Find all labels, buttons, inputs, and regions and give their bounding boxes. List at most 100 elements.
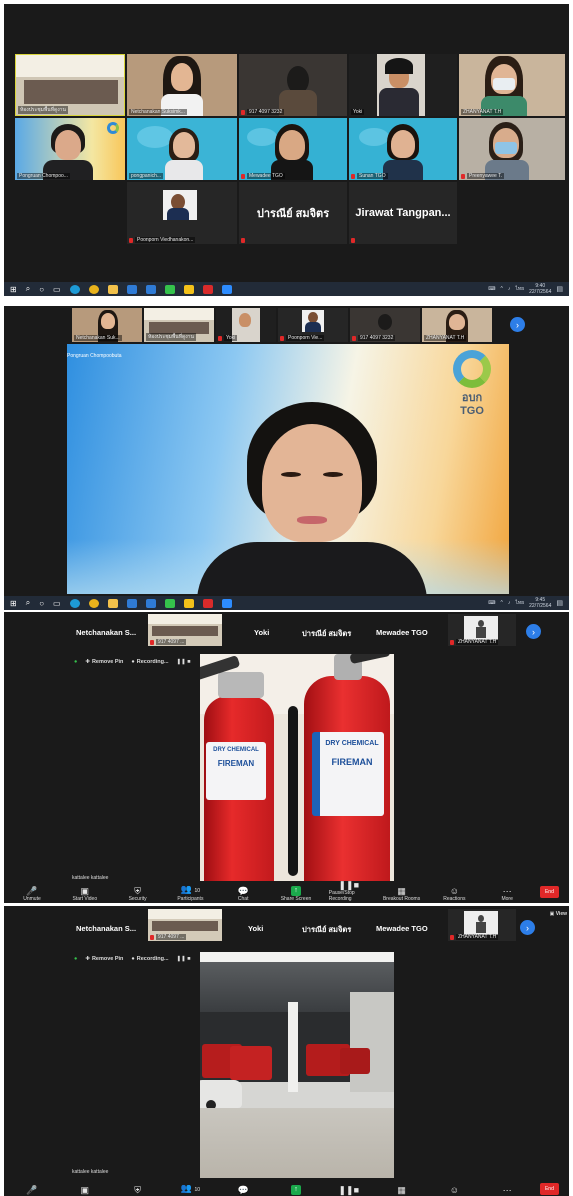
chat-button[interactable]: 💬 Chat <box>223 881 263 903</box>
next-page-button[interactable]: › <box>520 920 535 935</box>
breakout-rooms-button[interactable]: ▦ Breakout Rooms <box>382 881 422 903</box>
security-button[interactable]: ⛨ <box>118 1182 158 1196</box>
notification-icon[interactable]: ▤ <box>556 599 563 607</box>
strip-tile[interactable]: 917 4097 ... <box>148 909 222 941</box>
chat-button[interactable]: 💬 <box>223 1182 263 1196</box>
participant-name[interactable]: Netchanakan S... <box>76 628 136 637</box>
taskbar-clock[interactable]: 9:40 22/7/2564 <box>529 283 551 295</box>
acrobat-icon[interactable] <box>202 284 213 294</box>
app-icon[interactable] <box>145 284 156 294</box>
chrome-icon[interactable] <box>88 284 99 294</box>
keyboard-icon[interactable]: ⌨ <box>488 600 495 606</box>
app-icon[interactable] <box>145 598 156 608</box>
participant-tile[interactable]: Preenyawee T. <box>459 118 565 180</box>
recording-controls[interactable]: ❚❚ ■ <box>177 659 191 665</box>
notification-icon[interactable]: ▤ <box>556 285 563 293</box>
end-meeting-button[interactable]: End <box>539 886 559 898</box>
participants-button[interactable]: 👥 10 <box>170 1182 210 1196</box>
record-button[interactable]: ❚❚■ <box>329 1182 369 1196</box>
participant-name[interactable]: Yoki <box>254 628 269 637</box>
zoom-icon[interactable] <box>221 598 232 608</box>
recording-controls[interactable]: ❚❚ ■ <box>177 956 191 962</box>
task-view-icon[interactable]: ▭ <box>53 599 61 608</box>
start-video-button[interactable]: ▣ Start Video <box>65 881 105 903</box>
reactions-button[interactable]: ☺ Reactions <box>434 881 474 903</box>
cortana-icon[interactable]: ○ <box>39 599 44 608</box>
line-icon[interactable] <box>164 598 175 608</box>
view-button[interactable]: ▣ View <box>550 911 567 917</box>
sticky-notes-icon[interactable] <box>183 284 194 294</box>
strip-tile[interactable]: Netchanakan Suk... <box>72 308 142 342</box>
search-icon[interactable]: ⌕ <box>26 598 30 608</box>
unmute-button[interactable]: 🎤 <box>12 1182 52 1196</box>
share-screen-button[interactable]: ↑ Share Screen <box>276 881 316 903</box>
cortana-icon[interactable]: ○ <box>39 285 44 294</box>
strip-tile[interactable]: ZHANYANAT T.H <box>448 614 516 646</box>
participant-name[interactable]: Netchanakan S... <box>76 924 136 933</box>
volume-icon[interactable]: ♪ <box>508 286 511 292</box>
language-indicator[interactable]: ไทย <box>515 285 524 293</box>
strip-tile[interactable]: 917 4097 3232 <box>350 308 420 342</box>
next-page-button[interactable]: › <box>526 624 541 639</box>
mail-icon[interactable] <box>126 284 137 294</box>
strip-tile[interactable]: ห้องประชุมพื้นที่ดูงาน <box>144 308 214 342</box>
strip-tile[interactable]: ZHANYANAT T.H <box>422 308 492 342</box>
participant-name[interactable]: Mewadee TGO <box>376 628 428 637</box>
edge-icon[interactable] <box>69 284 80 294</box>
tray-chevron-icon[interactable]: ^ <box>501 286 503 292</box>
zoom-icon[interactable] <box>221 284 232 294</box>
participant-name[interactable]: Yoki <box>248 924 263 933</box>
keyboard-icon[interactable]: ⌨ <box>488 286 495 292</box>
participant-tile[interactable]: ปารณีย์ สมจิตร <box>239 182 347 244</box>
strip-tile[interactable]: Yoki <box>216 308 276 342</box>
participant-tile[interactable]: Mewadee TGO <box>239 118 347 180</box>
acrobat-icon[interactable] <box>202 598 213 608</box>
tray-chevron-icon[interactable]: ^ <box>501 600 503 606</box>
reactions-button[interactable]: ☺ <box>434 1182 474 1196</box>
participant-tile[interactable]: Pongruan Chompoo... <box>15 118 125 180</box>
participant-tile[interactable]: Jirawat Tangpan... <box>349 182 457 244</box>
participant-tile[interactable]: pongpanich... <box>127 118 237 180</box>
windows-start-icon[interactable]: ⊞ <box>10 599 17 608</box>
participant-tile[interactable]: ห้องประชุมพื้นที่ดูงาน <box>15 54 125 116</box>
strip-tile[interactable]: ZHANYANAT T.H <box>448 909 516 941</box>
participant-tile[interactable]: Yoki <box>349 54 457 116</box>
recording-indicator[interactable]: ● Recording... <box>131 659 168 665</box>
participant-name[interactable]: Mewadee TGO <box>376 924 428 933</box>
chrome-icon[interactable] <box>88 598 99 608</box>
participant-tile[interactable]: Sunan TGO <box>349 118 457 180</box>
participants-button[interactable]: 👥 10 Participants <box>170 881 210 903</box>
share-screen-button[interactable]: ↑ <box>276 1182 316 1196</box>
participant-name[interactable]: ปารณีย์ สมจิตร <box>302 628 351 640</box>
strip-tile[interactable]: 917 4097 ... <box>148 614 222 646</box>
volume-icon[interactable]: ♪ <box>508 600 511 606</box>
edge-icon[interactable] <box>69 598 80 608</box>
file-explorer-icon[interactable] <box>107 284 118 294</box>
end-meeting-button[interactable]: End <box>539 1183 559 1195</box>
mail-icon[interactable] <box>126 598 137 608</box>
participant-tile[interactable]: Netchanakan Suksimk... <box>127 54 237 116</box>
breakout-rooms-button[interactable]: ▦ <box>382 1182 422 1196</box>
more-button[interactable]: ⋯ <box>487 1182 527 1196</box>
task-view-icon[interactable]: ▭ <box>53 285 61 294</box>
windows-start-icon[interactable]: ⊞ <box>10 285 17 294</box>
strip-tile[interactable]: Poonporn Vie... <box>278 308 348 342</box>
search-icon[interactable]: ⌕ <box>26 284 30 294</box>
remove-pin-button[interactable]: ✚ Remove Pin <box>85 956 123 962</box>
remove-pin-button[interactable]: ✚ Remove Pin <box>85 659 123 665</box>
next-page-button[interactable]: › <box>510 317 525 332</box>
recording-indicator[interactable]: ● Recording... <box>131 956 168 962</box>
language-indicator[interactable]: ไทย <box>515 599 524 607</box>
security-button[interactable]: ⛨ Security <box>118 881 158 903</box>
participant-tile[interactable]: ZHANYANAT T.H <box>459 54 565 116</box>
record-button[interactable]: ❚❚■ Pause/Stop Recording <box>329 880 369 903</box>
sticky-notes-icon[interactable] <box>183 598 194 608</box>
participant-tile[interactable]: 917 4097 3232 <box>239 54 347 116</box>
more-button[interactable]: ⋯ More <box>487 881 527 903</box>
participant-name[interactable]: ปารณีย์ สมจิตร <box>302 924 351 936</box>
participant-tile[interactable]: Poonporn Viedhanakon... <box>127 182 237 244</box>
start-video-button[interactable]: ▣ <box>65 1182 105 1196</box>
file-explorer-icon[interactable] <box>107 598 118 608</box>
taskbar-clock[interactable]: 9:45 22/7/2564 <box>529 597 551 609</box>
unmute-button[interactable]: 🎤 Unmute <box>12 881 52 903</box>
